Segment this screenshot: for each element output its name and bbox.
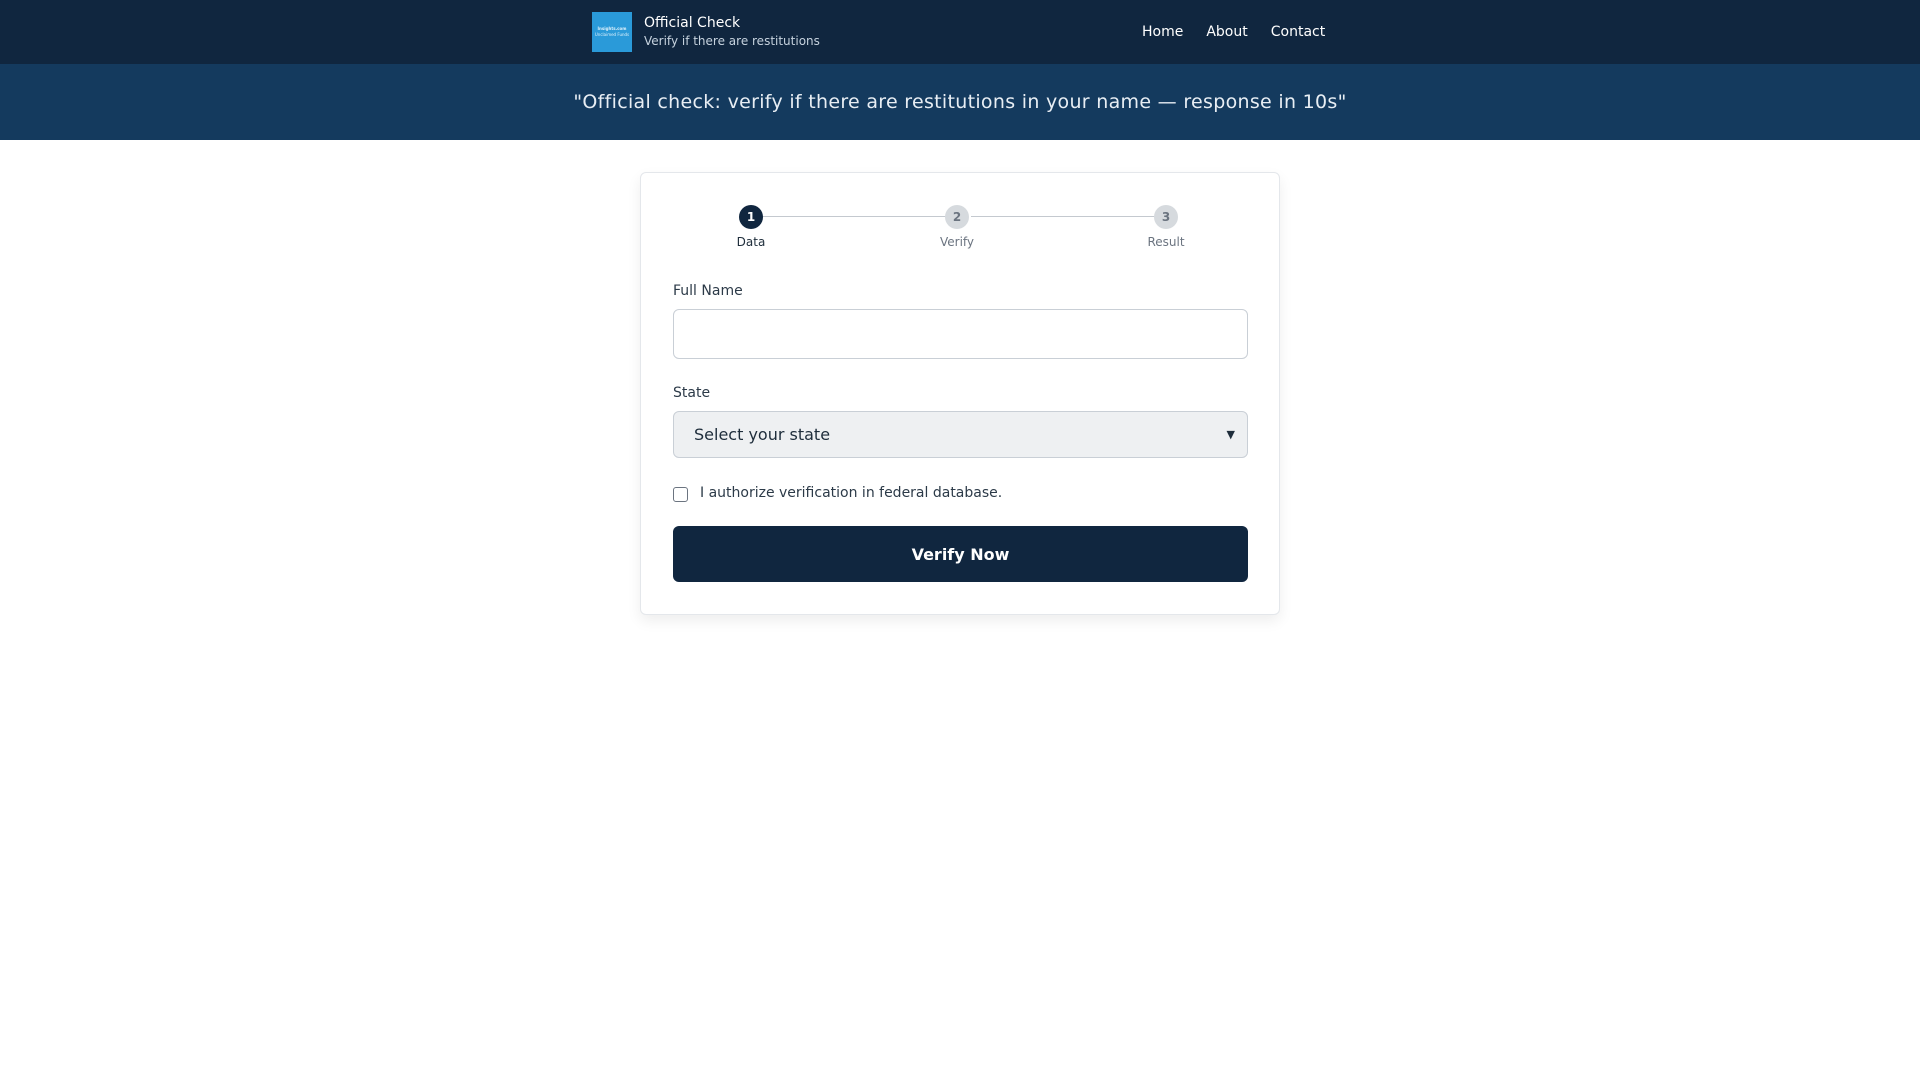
logo-line-2: Unclaimed Funds bbox=[594, 32, 630, 37]
consent-label[interactable]: I authorize verification in federal data… bbox=[700, 485, 1002, 501]
nav-contact-link[interactable]: Contact bbox=[1271, 22, 1325, 42]
state-selected-value: Select your state bbox=[694, 425, 831, 444]
nav-about-link[interactable]: About bbox=[1206, 22, 1247, 42]
site-subtitle: Verify if there are restitutions bbox=[644, 34, 820, 48]
nav-home-link[interactable]: Home bbox=[1142, 22, 1183, 42]
chevron-down-icon: ▼ bbox=[1226, 428, 1235, 441]
step-data: 1 Data bbox=[711, 205, 791, 249]
brand[interactable]: Insights.com Unclaimed Funds Official Ch… bbox=[592, 12, 820, 52]
headline-banner: "Official check: verify if there are res… bbox=[0, 64, 1920, 140]
main-nav: Home About Contact bbox=[1142, 22, 1348, 42]
state-select[interactable]: Select your state ▼ bbox=[673, 411, 1248, 458]
step-number: 1 bbox=[739, 205, 763, 229]
verification-form-card: 1 Data 2 Verify 3 Result Full Name State… bbox=[640, 172, 1280, 615]
consent-checkbox[interactable] bbox=[673, 487, 688, 502]
verify-now-button[interactable]: Verify Now bbox=[673, 526, 1248, 582]
brand-text: Official Check Verify if there are resti… bbox=[644, 15, 820, 49]
step-label: Result bbox=[1147, 235, 1185, 249]
site-title: Official Check bbox=[644, 15, 741, 31]
step-number: 3 bbox=[1154, 205, 1178, 229]
state-label: State bbox=[673, 385, 711, 401]
step-label: Data bbox=[736, 235, 766, 249]
step-result: 3 Result bbox=[1126, 205, 1206, 249]
progress-stepper: 1 Data 2 Verify 3 Result bbox=[641, 205, 1279, 255]
step-label: Verify bbox=[939, 235, 975, 249]
logo: Insights.com Unclaimed Funds bbox=[592, 12, 632, 52]
step-verify: 2 Verify bbox=[917, 205, 997, 249]
consent-row: I authorize verification in federal data… bbox=[673, 483, 1002, 502]
banner-text: "Official check: verify if there are res… bbox=[573, 91, 1347, 113]
top-header: Insights.com Unclaimed Funds Official Ch… bbox=[0, 0, 1920, 64]
full-name-label: Full Name bbox=[673, 283, 743, 299]
step-number: 2 bbox=[945, 205, 969, 229]
full-name-input[interactable] bbox=[673, 309, 1248, 359]
